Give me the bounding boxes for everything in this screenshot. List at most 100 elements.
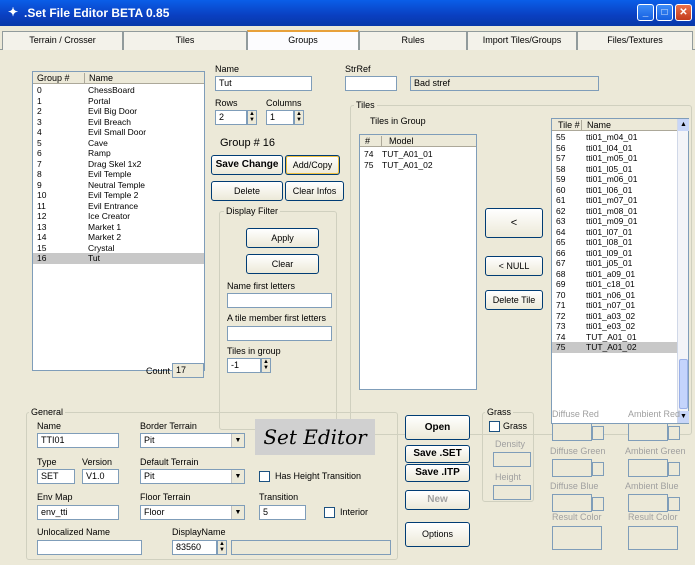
tile-row[interactable]: 63 tti01_m09_01 <box>552 216 677 227</box>
col-group-num[interactable]: Group # <box>37 73 70 83</box>
tile-row[interactable]: 65 tti01_l08_01 <box>552 237 677 248</box>
group-row[interactable]: 13 Market 1 <box>33 222 204 233</box>
chevron-down-icon[interactable]: ▼ <box>231 470 244 483</box>
tile-row[interactable]: 62 tti01_m08_01 <box>552 206 677 217</box>
group-row[interactable]: 2 Evil Big Door <box>33 106 204 117</box>
group-row[interactable]: 5 Cave <box>33 138 204 149</box>
chevron-down-icon[interactable]: ▼ <box>231 506 244 519</box>
ambient-red-field[interactable] <box>628 423 668 441</box>
close-button[interactable]: ✕ <box>675 4 692 21</box>
tile-row[interactable]: 66 tti01_l09_01 <box>552 248 677 259</box>
tile-row[interactable]: 59 tti01_m06_01 <box>552 174 677 185</box>
ambient-blue-field[interactable] <box>628 494 668 512</box>
ambient-blue-stepper[interactable] <box>668 497 680 511</box>
tab-files-textures[interactable]: Files/Textures <box>577 31 693 50</box>
save-change-button[interactable]: Save Change <box>211 155 283 175</box>
floor-terrain-select[interactable]: Floor ▼ <box>140 505 245 520</box>
apply-button[interactable]: Apply <box>246 228 319 248</box>
height-input[interactable] <box>493 485 531 500</box>
tile-in-group-row[interactable]: 75 TUT_A01_02 <box>360 160 476 171</box>
diffuse-green-field[interactable] <box>552 459 592 477</box>
has-height-checkbox[interactable] <box>259 471 270 482</box>
name-first-letters-input[interactable] <box>227 293 332 308</box>
options-button[interactable]: Options <box>405 522 470 547</box>
group-row[interactable]: 12 Ice Creator <box>33 211 204 222</box>
tile-row[interactable]: 60 tti01_l06_01 <box>552 185 677 196</box>
tab-tiles[interactable]: Tiles <box>123 31 247 50</box>
new-button[interactable]: New <box>405 490 470 510</box>
group-row[interactable]: 8 Evil Temple <box>33 169 204 180</box>
scroll-up-icon[interactable]: ▲ <box>678 119 689 131</box>
save-itp-button[interactable]: Save .ITP <box>405 464 470 482</box>
general-name-input[interactable]: TTI01 <box>37 433 119 448</box>
maximize-button[interactable]: □ <box>656 4 673 21</box>
tile-row[interactable]: 72 tti01_a03_02 <box>552 311 677 322</box>
tile-row[interactable]: 57 tti01_m05_01 <box>552 153 677 164</box>
group-row[interactable]: 7 Drag Skel 1x2 <box>33 159 204 170</box>
group-name-input[interactable]: Tut <box>215 76 312 91</box>
delete-tile-button[interactable]: Delete Tile <box>485 290 543 310</box>
display-name-stepper[interactable]: ▲ ▼ <box>217 540 227 555</box>
grass-checkbox[interactable] <box>489 421 500 432</box>
clear-filter-button[interactable]: Clear <box>246 254 319 274</box>
group-row[interactable]: 6 Ramp <box>33 148 204 159</box>
group-row[interactable]: 16 Tut <box>33 253 204 264</box>
tiles-in-group-list[interactable]: # Model 74 TUT_A01_01 75 TUT_A01_02 <box>359 134 477 390</box>
tiles-in-group-stepper[interactable]: ▲ ▼ <box>261 358 271 373</box>
tile-row[interactable]: 68 tti01_a09_01 <box>552 269 677 280</box>
tile-row[interactable]: 67 tti01_j05_01 <box>552 258 677 269</box>
interior-checkbox[interactable] <box>324 507 335 518</box>
col-all-tile-num[interactable]: Tile # <box>558 120 580 130</box>
density-input[interactable] <box>493 452 531 467</box>
minimize-button[interactable]: _ <box>637 4 654 21</box>
add-tile-button[interactable]: < <box>485 208 543 238</box>
col-tile-num[interactable]: # <box>365 136 370 146</box>
col-tile-model[interactable]: Model <box>381 136 414 147</box>
col-all-tile-name[interactable]: Name <box>581 120 611 131</box>
env-map-input[interactable]: env_tti <box>37 505 119 520</box>
diffuse-red-stepper[interactable] <box>592 426 604 440</box>
group-row[interactable]: 4 Evil Small Door <box>33 127 204 138</box>
tile-row[interactable]: 58 tti01_l05_01 <box>552 164 677 175</box>
columns-stepper[interactable]: ▲ ▼ <box>294 110 304 125</box>
display-name-input[interactable]: 83560 <box>172 540 217 555</box>
add-copy-button[interactable]: Add/Copy <box>285 155 340 175</box>
tab-rules[interactable]: Rules <box>359 31 467 50</box>
tiles-in-group-input[interactable]: -1 <box>227 358 261 373</box>
diffuse-green-stepper[interactable] <box>592 462 604 476</box>
type-input[interactable]: SET <box>37 469 75 484</box>
unlocalized-name-input[interactable] <box>37 540 142 555</box>
columns-input[interactable]: 1 <box>266 110 294 125</box>
tab-groups[interactable]: Groups <box>247 30 359 51</box>
rows-input[interactable]: 2 <box>215 110 247 125</box>
tile-row[interactable]: 73 tti01_e03_02 <box>552 321 677 332</box>
tab-import[interactable]: Import Tiles/Groups <box>467 31 577 50</box>
col-group-name[interactable]: Name <box>84 73 113 84</box>
ambient-red-stepper[interactable] <box>668 426 680 440</box>
tab-terrain-crosser[interactable]: Terrain / Crosser <box>2 31 123 50</box>
tile-row[interactable]: 61 tti01_m07_01 <box>552 195 677 206</box>
strref-input[interactable] <box>345 76 397 91</box>
group-row[interactable]: 15 Crystal <box>33 243 204 254</box>
save-set-button[interactable]: Save .SET <box>405 445 470 463</box>
tile-row[interactable]: 55 tti01_m04_01 <box>552 132 677 143</box>
chevron-down-icon[interactable]: ▼ <box>231 434 244 447</box>
null-tile-button[interactable]: < NULL <box>485 256 543 276</box>
group-row[interactable]: 14 Market 2 <box>33 232 204 243</box>
group-row[interactable]: 11 Evil Entrance <box>33 201 204 212</box>
all-tiles-list[interactable]: Tile # Name 55 tti01_m04_01 56 tti01_l04_01… <box>551 118 689 424</box>
group-row[interactable]: 10 Evil Temple 2 <box>33 190 204 201</box>
group-row[interactable]: 3 Evil Breach <box>33 117 204 128</box>
transition-input[interactable]: 5 <box>259 505 306 520</box>
tile-row[interactable]: 75 TUT_A01_02 <box>552 342 677 353</box>
tile-row[interactable]: 64 tti01_l07_01 <box>552 227 677 238</box>
group-row[interactable]: 9 Neutral Temple <box>33 180 204 191</box>
delete-group-button[interactable]: Delete <box>211 181 283 201</box>
version-input[interactable]: V1.0 <box>82 469 119 484</box>
diffuse-blue-field[interactable] <box>552 494 592 512</box>
tile-member-input[interactable] <box>227 326 332 341</box>
group-row[interactable]: 1 Portal <box>33 96 204 107</box>
group-list[interactable]: Group # Name 0 ChessBoard 1 Portal 2 Evil Big… <box>32 71 205 371</box>
rows-stepper[interactable]: ▲ ▼ <box>247 110 257 125</box>
default-terrain-select[interactable]: Pit ▼ <box>140 469 245 484</box>
